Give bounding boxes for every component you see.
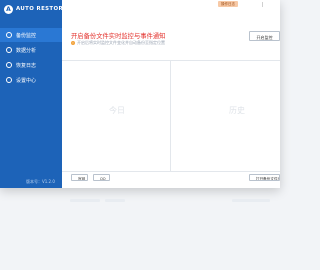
background-blur-block (232, 199, 270, 202)
sidebar-item-label: 设置中心 (16, 77, 37, 84)
info-icon: ! (71, 41, 75, 45)
content-divider-bottom (62, 171, 280, 172)
gear-icon (6, 77, 12, 83)
log-icon (6, 62, 12, 68)
sidebar: A AUTO RESTORE 备份监控 数据分析 恢复日志 设置中心 版本号：V… (0, 0, 67, 188)
panel-divider (170, 60, 171, 172)
history-panel-label: 历史 (229, 106, 245, 115)
monitor-icon (6, 32, 12, 38)
banner-title: 开启备份文件实时监控与事件通知 (71, 33, 166, 40)
today-panel-label: 今日 (109, 106, 125, 115)
sidebar-nav: 备份监控 数据分析 恢复日志 设置中心 (0, 28, 62, 87)
app-name: AUTO RESTORE (16, 6, 68, 12)
sidebar-item-label: 恢复日志 (16, 62, 37, 69)
chart-icon (6, 47, 12, 53)
operation-log-tag[interactable]: 操作日志 (218, 1, 238, 7)
app-window: A AUTO RESTORE 备份监控 数据分析 恢复日志 设置中心 版本号：V… (0, 0, 280, 188)
banner-subtitle: ! 开启后将实时监控文件变化并自动备份至指定位置 (71, 40, 165, 46)
title-bar-divider (262, 2, 263, 7)
sidebar-item-label: 备份监控 (16, 32, 37, 39)
sidebar-item-settings[interactable]: 设置中心 (0, 73, 62, 87)
sidebar-item-backup-monitor[interactable]: 备份监控 (0, 28, 62, 42)
background-blur-block (105, 199, 125, 202)
banner-subtitle-text: 开启后将实时监控文件变化并自动备份至指定位置 (77, 40, 165, 45)
background-blur-block (70, 199, 100, 202)
sidebar-item-restore-log[interactable]: 恢复日志 (0, 58, 62, 72)
open-backup-folder-button[interactable]: 打开备份文件夹 (249, 174, 280, 181)
sidebar-item-data-analysis[interactable]: 数据分析 (0, 43, 62, 57)
title-bar: 操作日志 (62, 0, 280, 12)
start-monitor-button[interactable]: 开启监控 (249, 31, 280, 41)
website-button[interactable]: 官网 (71, 174, 88, 181)
brand: A AUTO RESTORE (0, 0, 67, 16)
content-divider-top (62, 60, 280, 61)
app-logo-icon: A (4, 4, 13, 14)
qq-button[interactable]: QQ (93, 174, 110, 181)
sidebar-item-label: 数据分析 (16, 47, 37, 54)
version-label: 版本号：V1.2.0 (26, 179, 55, 184)
